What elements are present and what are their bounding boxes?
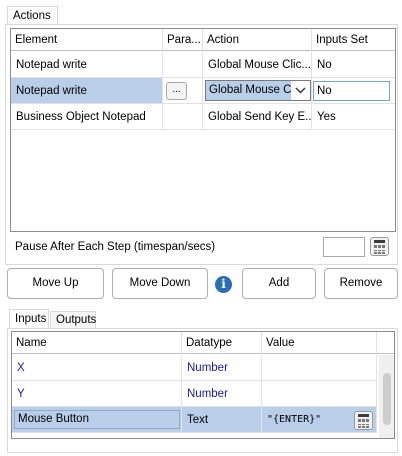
action-combobox-value: Global Mouse C (206, 81, 291, 100)
input-value-cell[interactable] (262, 381, 377, 407)
action-combobox[interactable]: Global Mouse C (205, 80, 311, 101)
remove-button[interactable]: Remove (324, 268, 398, 299)
element-cell[interactable]: Notepad write (11, 78, 163, 104)
pause-label: Pause After Each Step (timespan/secs) (15, 241, 216, 253)
column-header-element[interactable]: Element (11, 29, 163, 51)
tab-inputs[interactable]: Inputs (9, 309, 49, 329)
element-cell[interactable]: Business Object Notepad (11, 104, 163, 130)
input-name-editor[interactable]: Mouse Button (14, 410, 180, 429)
column-header-name[interactable]: Name (12, 332, 182, 354)
column-header-parameters[interactable]: Para... (163, 29, 203, 51)
inputs-grid: Name Datatype Value X Number Y Number Mo… (11, 331, 395, 439)
input-value-cell[interactable] (262, 355, 377, 381)
actions-grid: Element Para... Action Inputs Set Notepa… (10, 28, 396, 232)
inputs-scrollbar-thumb[interactable] (383, 373, 391, 425)
column-header-spacer (377, 332, 394, 354)
input-datatype-cell[interactable]: Number (182, 381, 262, 407)
column-header-inputs-set[interactable]: Inputs Set (312, 29, 395, 51)
inputs-set-editor[interactable]: No (313, 81, 390, 101)
move-down-button[interactable]: Move Down (112, 268, 208, 299)
input-name-cell[interactable]: Y (12, 381, 182, 407)
pause-input[interactable] (323, 237, 365, 257)
move-up-button[interactable]: Move Up (7, 268, 104, 299)
calculator-icon[interactable] (370, 237, 389, 256)
column-header-datatype[interactable]: Datatype (182, 332, 262, 354)
tab-actions-label: Actions (13, 10, 51, 22)
tab-outputs[interactable]: Outputs (50, 311, 96, 329)
action-cell[interactable]: Global Mouse Clic... (203, 52, 312, 78)
element-cell[interactable]: Notepad write (11, 52, 163, 78)
tab-outputs-label: Outputs (56, 314, 97, 326)
tab-inputs-label: Inputs (15, 313, 47, 325)
input-datatype-cell[interactable]: Text (182, 407, 262, 433)
action-cell[interactable]: Global Send Key E... (203, 104, 312, 130)
parameters-cell[interactable] (163, 52, 203, 78)
inputs-set-cell[interactable]: Yes (312, 104, 395, 130)
calculator-icon[interactable] (354, 411, 373, 430)
input-datatype-cell[interactable]: Number (182, 355, 262, 381)
tab-actions[interactable]: Actions (7, 6, 58, 25)
inputs-scrollbar[interactable] (379, 355, 394, 438)
inputs-set-cell[interactable]: No (312, 52, 395, 78)
input-name-cell[interactable]: X (12, 355, 182, 381)
parameters-cell[interactable] (163, 104, 203, 130)
parameters-button[interactable]: ... (166, 82, 187, 100)
info-icon[interactable]: i (215, 276, 232, 293)
column-header-value[interactable]: Value (262, 332, 377, 354)
column-header-action[interactable]: Action (203, 29, 312, 51)
chevron-down-icon[interactable] (291, 81, 310, 100)
add-button[interactable]: Add (242, 268, 316, 299)
